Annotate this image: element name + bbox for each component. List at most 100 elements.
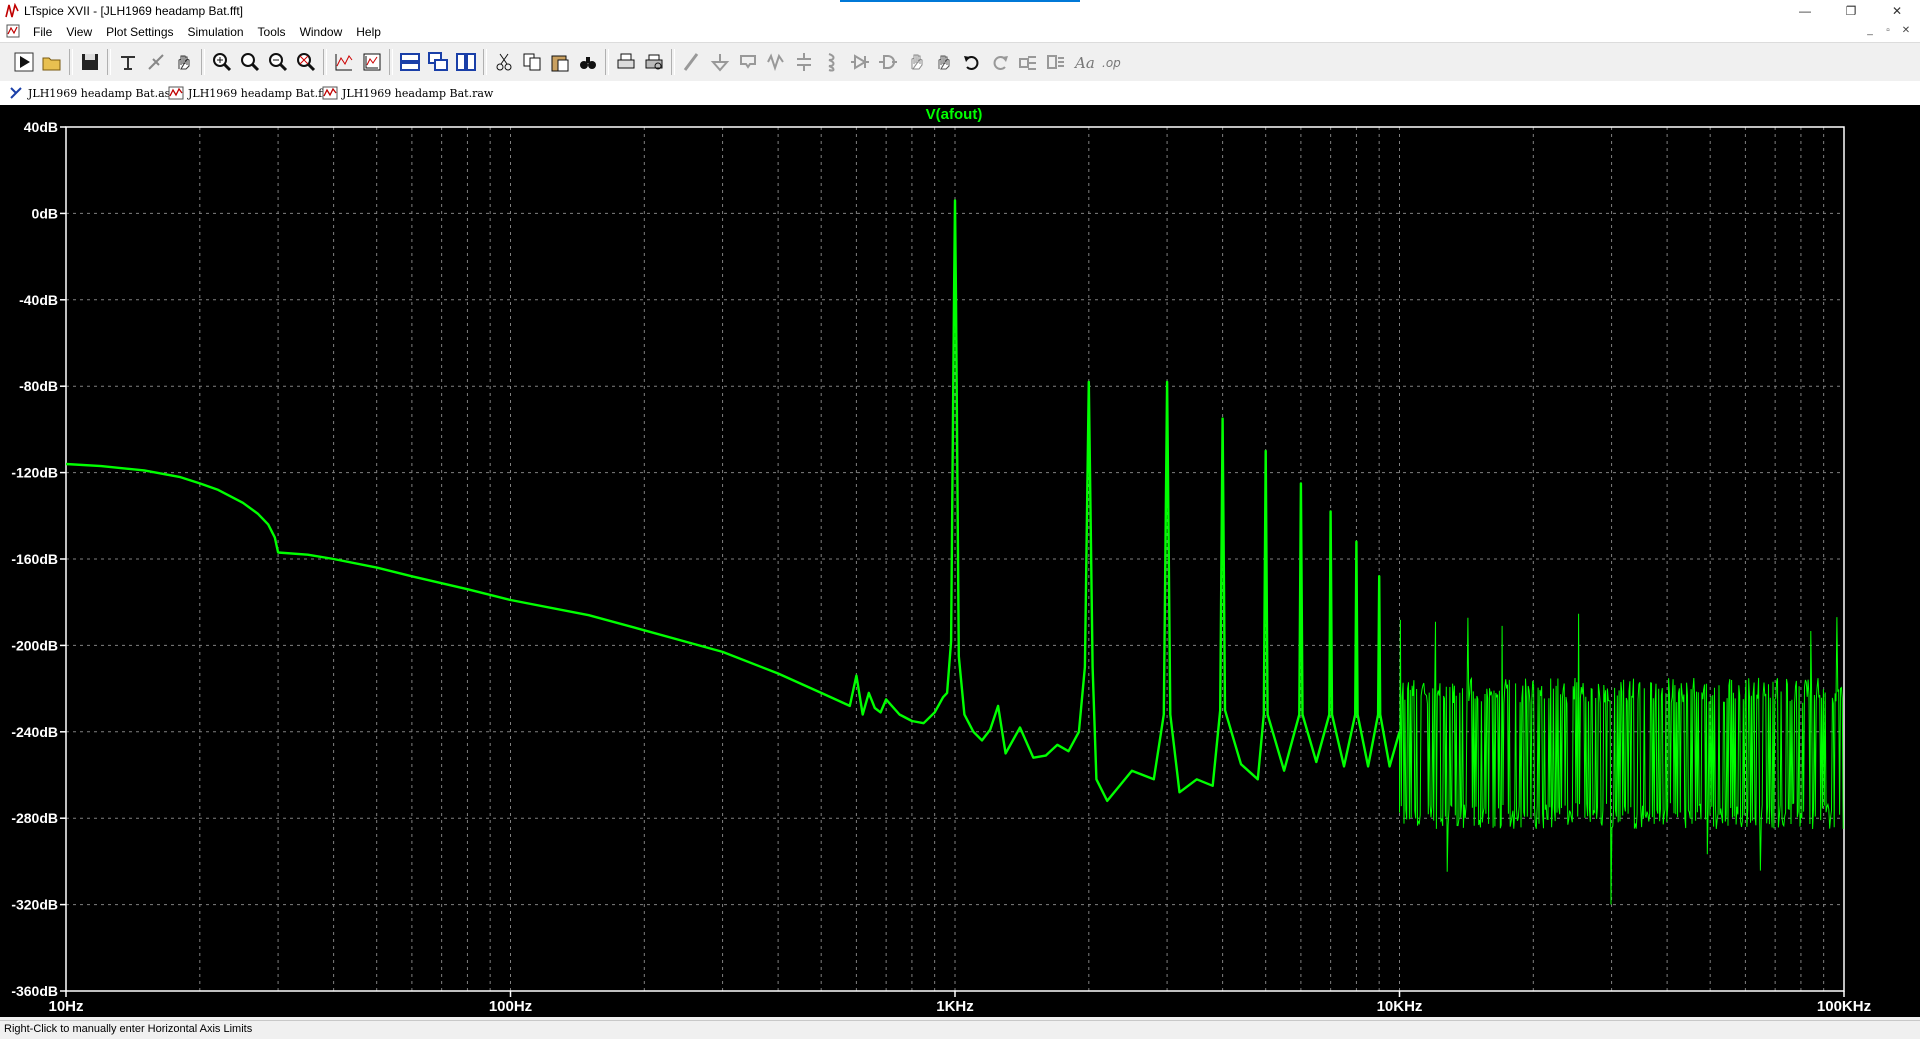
tile-vertical-button[interactable] (452, 48, 480, 76)
control-panel-icon (121, 56, 135, 70)
menu-help[interactable]: Help (349, 24, 388, 40)
drag-button[interactable] (930, 48, 958, 76)
waveform-icon (168, 86, 184, 100)
tile-horizontal-button[interactable] (396, 48, 424, 76)
paste-icon (551, 55, 569, 72)
print-preview-icon (645, 54, 663, 70)
halt-button[interactable] (142, 48, 170, 76)
title-accent (840, 0, 1080, 2)
mirror-button[interactable] (1042, 48, 1070, 76)
paste-button[interactable] (546, 48, 574, 76)
copy-button[interactable] (518, 48, 546, 76)
rotate-button[interactable] (1014, 48, 1042, 76)
spice-directive-button[interactable]: .op (1098, 48, 1126, 76)
y-tick-label: -360dB (11, 983, 58, 999)
tab-raw[interactable]: JLH1969 headamp Bat.raw (322, 84, 493, 102)
waveform-plot[interactable]: 40dB 0dB -40dB -80dB -120dB -160dB -200dB -240d… (0, 105, 1920, 1017)
print-icon (617, 53, 635, 69)
ground-button[interactable] (706, 48, 734, 76)
undo-button[interactable] (958, 48, 986, 76)
doc-minimize-button[interactable]: _ (1862, 24, 1878, 38)
cascade-button[interactable] (424, 48, 452, 76)
close-button[interactable]: ✕ (1874, 0, 1920, 22)
x-tick-label: 10KHz (1377, 998, 1423, 1015)
open-button[interactable] (38, 48, 66, 76)
zoom-back-button[interactable] (236, 48, 264, 76)
resistor-button[interactable] (762, 48, 790, 76)
label-button[interactable] (734, 48, 762, 76)
inductor-icon (828, 53, 835, 72)
menu-simulation[interactable]: Simulation (181, 24, 251, 40)
ltspice-logo-icon (5, 3, 19, 18)
resistor-icon (767, 53, 784, 72)
autorange-icon (335, 54, 353, 71)
cut-icon (496, 53, 512, 71)
tab-schematic[interactable]: JLH1969 headamp Bat.asc (8, 84, 176, 102)
title-bar: LTspice XVII - [JLH1969 headamp Bat.fft]… (0, 0, 1920, 22)
doc-close-button[interactable]: ✕ (1898, 24, 1914, 38)
toolbar: Aa .op (0, 42, 1920, 82)
find-icon (580, 57, 596, 69)
trace-v-afout (65, 199, 1401, 803)
text-icon: Aa (1073, 54, 1095, 72)
diode-button[interactable] (846, 48, 874, 76)
tab-label: JLH1969 headamp Bat.raw (342, 86, 494, 100)
wire-icon (683, 53, 699, 71)
toolbar-separator (107, 49, 111, 75)
capacitor-button[interactable] (790, 48, 818, 76)
print-button[interactable] (612, 48, 640, 76)
restore-button[interactable]: ❐ (1828, 0, 1874, 22)
redo-button[interactable] (986, 48, 1014, 76)
toolbar-buttons: Aa .op (10, 48, 1126, 76)
fft-chart[interactable]: 40dB 0dB -40dB -80dB -120dB -160dB -200dB -240d… (0, 105, 1920, 1017)
ground-icon (710, 54, 730, 72)
zoom-out-button[interactable] (264, 48, 292, 76)
halt-icon (148, 54, 164, 70)
tab-fft[interactable]: JLH1969 headamp Bat.fft (168, 84, 330, 102)
y-tick-label: 40dB (24, 119, 58, 135)
menu-plot-settings[interactable]: Plot Settings (99, 24, 180, 40)
open-icon (42, 57, 61, 71)
zoom-in-icon (213, 53, 232, 72)
minimize-button[interactable]: — (1782, 0, 1828, 22)
plot-settings-button[interactable] (358, 48, 386, 76)
toolbar-separator (201, 49, 205, 75)
redo-icon (993, 56, 1008, 70)
save-button[interactable] (76, 48, 104, 76)
zoom-cancel-button[interactable] (292, 48, 320, 76)
menu-view[interactable]: View (59, 24, 99, 40)
component-button[interactable] (874, 48, 902, 76)
wire-button[interactable] (678, 48, 706, 76)
status-text: Right-Click to manually enter Horizontal… (4, 1023, 253, 1035)
zoom-in-button[interactable] (208, 48, 236, 76)
document-icon[interactable] (6, 24, 20, 38)
toolbar-separator (605, 49, 609, 75)
menu-window[interactable]: Window (293, 24, 350, 40)
status-bar: Right-Click to manually enter Horizontal… (0, 1020, 1920, 1039)
print-preview-button[interactable] (640, 48, 668, 76)
window-controls: — ❐ ✕ (1782, 0, 1920, 22)
inductor-button[interactable] (818, 48, 846, 76)
move-icon (911, 54, 923, 70)
save-icon (82, 54, 98, 70)
menu-file[interactable]: File (26, 24, 59, 40)
component-icon (879, 55, 897, 69)
diode-icon (851, 54, 869, 70)
drag-icon (938, 55, 950, 70)
menu-tools[interactable]: Tools (251, 24, 293, 40)
doc-restore-button[interactable]: ▫ (1880, 24, 1896, 38)
y-tick-label: -280dB (11, 810, 58, 826)
control-panel-button[interactable] (114, 48, 142, 76)
cut-button[interactable] (490, 48, 518, 76)
noise-floor-trace (1399, 613, 1844, 905)
run-button[interactable] (10, 48, 38, 76)
autorange-button[interactable] (330, 48, 358, 76)
text-button[interactable]: Aa (1070, 48, 1098, 76)
tab-label: JLH1969 headamp Bat.fft (188, 86, 331, 100)
find-button[interactable] (574, 48, 602, 76)
menu-bar: File View Plot Settings Simulation Tools… (0, 22, 1920, 42)
x-tick-label: 100KHz (1817, 998, 1871, 1015)
y-tick-label: -120dB (11, 465, 58, 481)
pan-button[interactable] (170, 48, 198, 76)
move-button[interactable] (902, 48, 930, 76)
